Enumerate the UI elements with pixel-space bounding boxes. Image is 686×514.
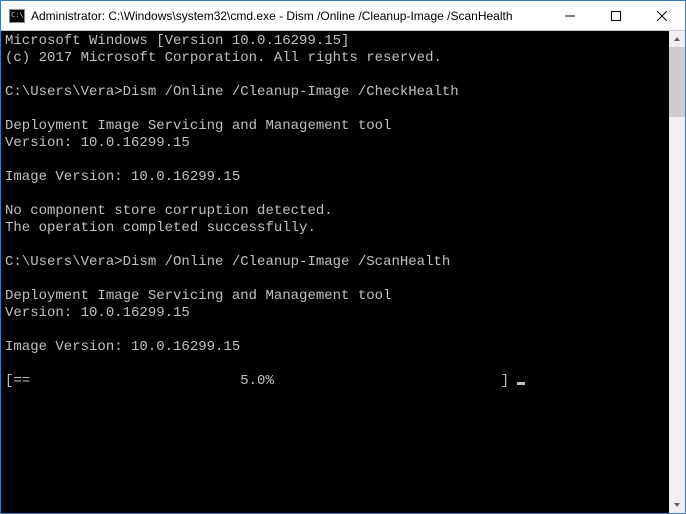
- maximize-button[interactable]: [593, 1, 639, 30]
- cmd-window: Administrator: C:\Windows\system32\cmd.e…: [0, 0, 686, 514]
- output-line: Microsoft Windows [Version 10.0.16299.15…: [5, 33, 349, 49]
- vertical-scrollbar[interactable]: [669, 31, 685, 513]
- output-line: Deployment Image Servicing and Managemen…: [5, 288, 391, 304]
- prompt: C:\Users\Vera>: [5, 254, 123, 270]
- output-line: No component store corruption detected.: [5, 203, 333, 219]
- output-line: Image Version: 10.0.16299.15: [5, 169, 240, 185]
- maximize-icon: [611, 11, 621, 21]
- output-line: The operation completed successfully.: [5, 220, 316, 236]
- output-line: (c) 2017 Microsoft Corporation. All righ…: [5, 50, 442, 66]
- scroll-down-button[interactable]: [669, 497, 685, 513]
- prompt: C:\Users\Vera>: [5, 84, 123, 100]
- window-title: Administrator: C:\Windows\system32\cmd.e…: [31, 9, 547, 23]
- cursor: [517, 382, 525, 385]
- console-output[interactable]: Microsoft Windows [Version 10.0.16299.15…: [1, 31, 669, 513]
- scroll-track[interactable]: [669, 47, 685, 497]
- window-controls: [547, 1, 685, 30]
- titlebar[interactable]: Administrator: C:\Windows\system32\cmd.e…: [1, 1, 685, 31]
- cmd-icon: [9, 9, 25, 23]
- command-input: Dism /Online /Cleanup-Image /CheckHealth: [123, 84, 459, 100]
- scroll-up-icon: [673, 35, 681, 43]
- console-area: Microsoft Windows [Version 10.0.16299.15…: [1, 31, 685, 513]
- command-input: Dism /Online /Cleanup-Image /ScanHealth: [123, 254, 451, 270]
- scroll-up-button[interactable]: [669, 31, 685, 47]
- progress-bar: [== 5.0% ]: [5, 373, 517, 389]
- minimize-icon: [565, 11, 575, 21]
- minimize-button[interactable]: [547, 1, 593, 30]
- close-icon: [657, 11, 667, 21]
- scroll-down-icon: [673, 501, 681, 509]
- output-line: Version: 10.0.16299.15: [5, 305, 190, 321]
- output-line: Version: 10.0.16299.15: [5, 135, 190, 151]
- output-line: Image Version: 10.0.16299.15: [5, 339, 240, 355]
- output-line: Deployment Image Servicing and Managemen…: [5, 118, 391, 134]
- scroll-thumb[interactable]: [669, 47, 685, 117]
- close-button[interactable]: [639, 1, 685, 30]
